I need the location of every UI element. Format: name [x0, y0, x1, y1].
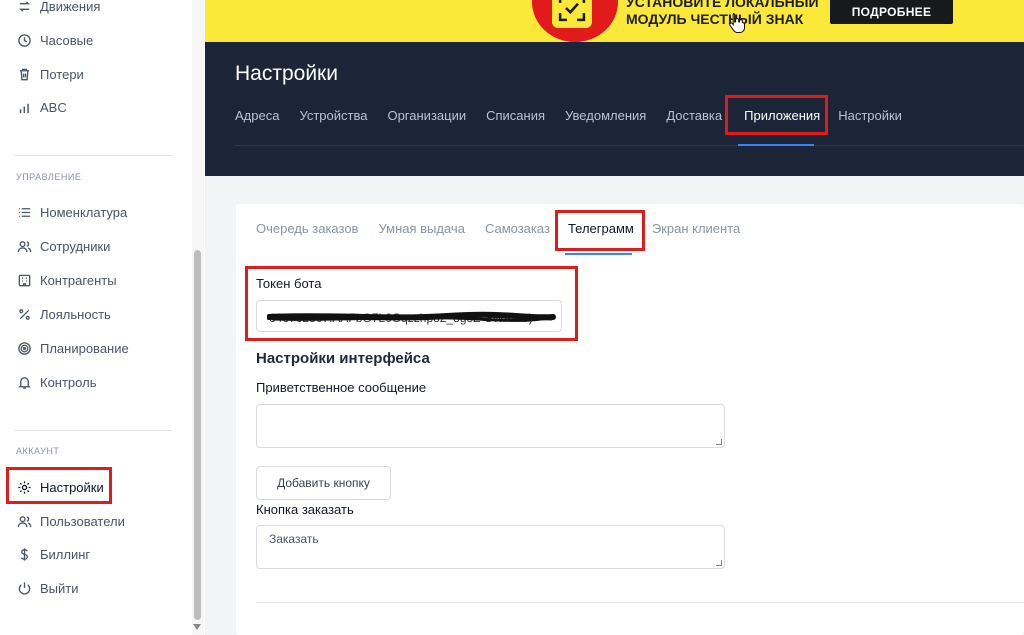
sidebar-item-loyalty[interactable]: Лояльность [16, 303, 111, 325]
scroll-down-arrow-icon[interactable] [193, 624, 201, 630]
subtab-smart-pickup[interactable]: Умная выдача [378, 221, 464, 236]
users-icon [16, 238, 32, 254]
sidebar-item-billing[interactable]: Биллинг [16, 543, 90, 565]
tab-notifications[interactable]: Уведомления [565, 108, 646, 123]
sidebar-item-users[interactable]: Пользователи [16, 510, 125, 532]
applications-tab-highlight-box [725, 95, 828, 135]
order-button-textarea[interactable]: Заказать [256, 525, 725, 569]
sidebar-item-employees[interactable]: Сотрудники [16, 235, 110, 257]
add-button-button[interactable]: Добавить кнопку [256, 466, 391, 500]
transfer-icon [16, 0, 32, 14]
tab-addresses[interactable]: Адреса [235, 108, 279, 123]
power-icon [16, 580, 32, 596]
tab-settings[interactable]: Настройки [838, 108, 902, 123]
checkmark-box-icon [552, 0, 592, 28]
sidebar-item-label: Часовые [40, 32, 94, 48]
resize-handle-icon[interactable] [716, 439, 722, 445]
sidebar-item-label: Биллинг [40, 546, 91, 562]
sidebar-scrollbar-thumb[interactable] [194, 250, 201, 620]
target-icon [16, 340, 32, 356]
trash-icon [16, 66, 32, 82]
sidebar-item-hourly[interactable]: Часовые [16, 29, 93, 51]
order-button-value: Заказать [269, 532, 319, 546]
bell-icon [16, 374, 32, 390]
resize-handle-icon[interactable] [716, 560, 722, 566]
sidebar-item-planning[interactable]: Планирование [16, 337, 129, 359]
sidebar-item-label: Сотрудники [40, 238, 111, 254]
section-label-management: УПРАВЛЕНИЕ [16, 172, 82, 182]
active-tab-indicator [738, 144, 814, 146]
sidebar-item-contractors[interactable]: Контрагенты [16, 269, 117, 291]
sidebar-divider [14, 155, 172, 156]
page-title: Настройки [235, 62, 338, 85]
tab-writeoffs[interactable]: Списания [486, 108, 545, 123]
sidebar-divider [14, 430, 172, 431]
sidebar-item-label: Контроль [40, 374, 97, 390]
sidebar-item-label: Номенклатура [40, 204, 128, 220]
bar-chart-icon [16, 99, 32, 115]
telegram-tab-highlight-box [555, 210, 645, 251]
header-divider [235, 145, 1024, 146]
welcome-message-label: Приветственное сообщение [256, 380, 427, 395]
users-icon [16, 513, 32, 529]
sidebar-item-label: Движения [40, 0, 101, 14]
sidebar-item-abc[interactable]: ABC [16, 96, 67, 118]
sidebar-item-logout[interactable]: Выйти [16, 577, 79, 599]
subtab-self-order[interactable]: Самозаказ [485, 221, 550, 236]
tab-devices[interactable]: Устройства [299, 108, 367, 123]
hand-cursor-icon [729, 13, 745, 33]
banner-more-button[interactable]: ПОДРОБНЕЕ [830, 0, 953, 24]
banner-line-2: МОДУЛЬ ЧЕСТНЫЙ ЗНАК [626, 11, 804, 27]
section-label-account: АККАУНТ [16, 446, 60, 456]
sidebar-item-nomenclature[interactable]: Номенклатура [16, 201, 127, 223]
tab-organizations[interactable]: Организации [387, 108, 466, 123]
list-icon [16, 204, 32, 220]
sidebar-item-losses[interactable]: Потери [16, 63, 84, 85]
settings-highlight-box [6, 467, 112, 504]
sidebar-item-control[interactable]: Контроль [16, 371, 96, 393]
active-subtab-indicator [565, 253, 632, 255]
app-subtabs: Очередь заказов Умная выдача Самозаказ Т… [256, 221, 760, 236]
sidebar-item-label: Лояльность [40, 306, 111, 322]
subtab-order-queue[interactable]: Очередь заказов [256, 221, 358, 236]
sidebar: Движения Часовые Потери ABC УПРАВЛЕНИЕ Н… [0, 0, 204, 635]
settings-header: Настройки Адреса Устройства Организации … [205, 42, 1024, 176]
subtab-client-screen[interactable]: Экран клиента [652, 221, 740, 236]
building-icon [16, 272, 32, 288]
sidebar-item-label: Пользователи [40, 513, 125, 529]
dollar-icon [16, 546, 32, 562]
clock-icon [16, 32, 32, 48]
tab-delivery[interactable]: Доставка [666, 108, 722, 123]
sidebar-item-label: Контрагенты [40, 272, 117, 288]
order-button-label: Кнопка заказать [256, 502, 354, 517]
sidebar-item-label: ABC [40, 99, 67, 115]
form-bottom-divider [256, 602, 1024, 603]
banner-line-1: УСТАНОВИТЕ ЛОКАЛЬНЫЙ [626, 0, 819, 10]
interface-settings-title: Настройки интерфейса [256, 350, 430, 367]
token-highlight-box [245, 266, 578, 341]
sidebar-item-label: Планирование [40, 340, 129, 356]
banner-text: УСТАНОВИТЕ ЛОКАЛЬНЫЙ МОДУЛЬ ЧЕСТНЫЙ ЗНАК [626, 0, 819, 28]
sidebar-item-label: Выйти [40, 580, 79, 596]
percent-icon [16, 306, 32, 322]
welcome-message-textarea[interactable] [256, 404, 725, 448]
sidebar-item-movements[interactable]: Движения [16, 0, 100, 17]
sidebar-item-label: Потери [40, 66, 84, 82]
promo-banner: УСТАНОВИТЕ ЛОКАЛЬНЫЙ МОДУЛЬ ЧЕСТНЫЙ ЗНАК… [205, 0, 1024, 42]
